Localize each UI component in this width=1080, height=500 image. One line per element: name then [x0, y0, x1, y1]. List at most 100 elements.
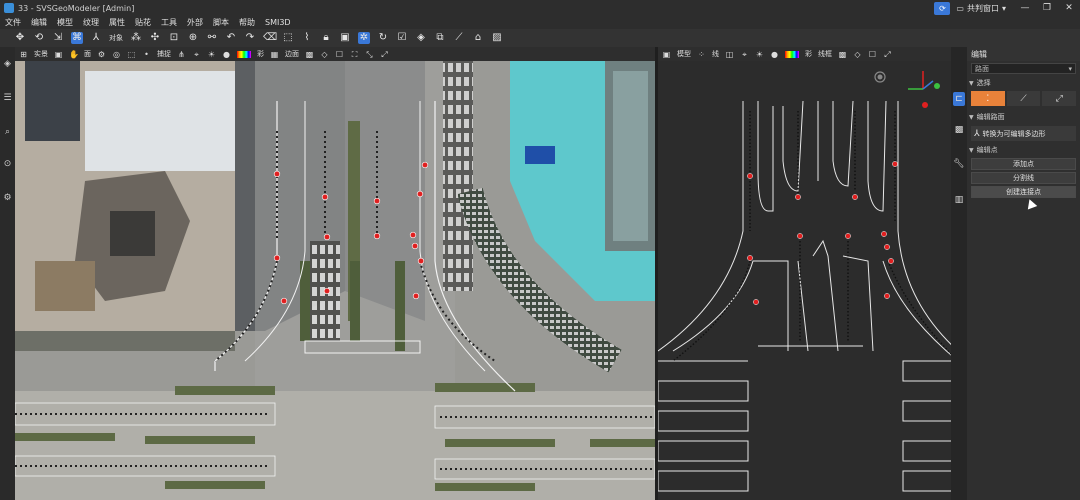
minimize-button[interactable]: — — [1014, 3, 1036, 13]
edge-dropdown[interactable]: 边面 — [285, 49, 299, 59]
select-box-icon[interactable]: ⬚ — [282, 32, 294, 44]
scatter-icon[interactable]: ⁘ — [697, 50, 706, 59]
camera-icon[interactable]: ⚙ — [97, 50, 106, 59]
color-dropdown[interactable]: 彩 — [805, 49, 812, 59]
menu-help[interactable]: 帮助 — [239, 17, 255, 28]
checker-icon[interactable]: ▩ — [305, 50, 314, 59]
share-window-button[interactable]: ▭ 共判窗口 ▾ — [956, 3, 1006, 14]
pivot-icon[interactable]: ⊕ — [187, 32, 199, 44]
menu-script[interactable]: 脚本 — [213, 17, 229, 28]
cube-icon[interactable]: ▣ — [662, 50, 671, 59]
section-edit-road[interactable]: ▼ 编辑路面 — [967, 111, 1080, 123]
book-tab-icon[interactable]: ▥ — [953, 193, 965, 207]
rotate-icon[interactable]: ⟲ — [33, 32, 45, 44]
menu-file[interactable]: 文件 — [5, 17, 21, 28]
box-icon[interactable]: ☐ — [335, 50, 344, 59]
right-viewport-wireframe[interactable] — [658, 61, 966, 500]
menu-tools[interactable]: 工具 — [161, 17, 177, 28]
sync-icon[interactable]: ⟳ — [934, 1, 951, 15]
section-edit-point[interactable]: ▼ 编辑点 — [967, 144, 1080, 156]
menu-model[interactable]: 模型 — [57, 17, 73, 28]
edit-poly-icon[interactable]: ✲ — [358, 32, 370, 44]
cube-icon[interactable]: ▣ — [339, 32, 351, 44]
point-mode-button[interactable]: ⁚ — [971, 91, 1005, 106]
link-icon[interactable]: ⚯ — [206, 32, 218, 44]
target-icon[interactable]: ◎ — [112, 50, 121, 59]
menu-texture[interactable]: 纹理 — [83, 17, 99, 28]
grid-icon[interactable]: ⊞ — [19, 50, 28, 59]
layers-icon[interactable]: ◈ — [2, 59, 13, 70]
checker-tab-icon[interactable]: ▩ — [953, 123, 965, 137]
color-palette-icon[interactable] — [237, 50, 251, 58]
face-dropdown[interactable]: 面 — [84, 49, 91, 59]
wire-dropdown[interactable]: 线框 — [818, 49, 832, 59]
convert-editable-poly-button[interactable]: ⅄ 转换为可编辑多边形 — [971, 126, 1076, 141]
wrench-tab-icon[interactable]: 🔧︎ — [953, 157, 965, 171]
layers-icon[interactable]: ◫ — [725, 50, 734, 59]
dot-icon[interactable]: • — [142, 50, 151, 59]
node-icon[interactable]: ⌘ — [71, 32, 83, 44]
transform-icon[interactable]: ✣ — [149, 32, 161, 44]
segment-mode-button[interactable]: ⤢ — [1042, 91, 1077, 106]
split-line-button[interactable]: 分割线 — [971, 172, 1076, 184]
fullscreen-icon[interactable]: ⤢ — [380, 50, 389, 59]
ruler-icon[interactable]: ⟋ — [453, 32, 465, 44]
close-button[interactable]: ✕ — [1058, 3, 1080, 13]
wire-icon[interactable]: ◇ — [853, 50, 862, 59]
building-icon[interactable]: ⌂ — [472, 32, 484, 44]
edit-tab-icon[interactable]: ⊏ — [953, 92, 965, 106]
scale-icon[interactable]: ⊡ — [168, 32, 180, 44]
mode-dropdown[interactable]: 实景 — [34, 49, 48, 59]
image-icon[interactable]: ▨ — [491, 32, 503, 44]
fullscreen-icon[interactable]: ⤢ — [883, 50, 892, 59]
bucket-icon[interactable]: ◈ — [415, 32, 427, 44]
light-icon[interactable]: ☀ — [755, 50, 764, 59]
add-point-button[interactable]: 添加点 — [971, 158, 1076, 170]
check-icon[interactable]: ☑ — [396, 32, 408, 44]
object-type-select[interactable]: 路面 ▾ — [971, 63, 1076, 74]
refresh-icon[interactable]: ↻ — [377, 32, 389, 44]
line-mode-button[interactable]: ⟋ — [1006, 91, 1041, 106]
cube-icon[interactable]: ▣ — [54, 50, 63, 59]
light-icon[interactable]: ☀ — [207, 50, 216, 59]
section-select[interactable]: ▼ 选择 — [967, 77, 1080, 89]
restore-button[interactable]: ❐ — [1036, 3, 1058, 13]
zoom-icon[interactable]: ⊙ — [2, 159, 13, 170]
sphere-icon[interactable]: ● — [222, 50, 231, 59]
color-dropdown[interactable]: 彩 — [257, 49, 264, 59]
settings-icon[interactable]: ⚙ — [2, 193, 13, 204]
create-connection-button[interactable]: 创建连接点 — [971, 186, 1076, 198]
sphere-icon[interactable]: ● — [770, 50, 779, 59]
magnet-icon[interactable]: ⋔ — [177, 50, 186, 59]
menu-decal[interactable]: 贴花 — [135, 17, 151, 28]
lock-icon[interactable]: 🔒︎ — [320, 32, 332, 44]
list-icon[interactable]: ☰ — [2, 93, 13, 104]
undo-icon[interactable]: ↶ — [225, 32, 237, 44]
redo-icon[interactable]: ↷ — [244, 32, 256, 44]
line-dropdown[interactable]: 线 — [712, 49, 719, 59]
object-dropdown[interactable]: 对象 — [109, 33, 123, 43]
menu-smi3d[interactable]: SMI3D — [265, 18, 291, 27]
expand-icon[interactable]: ⛶ — [350, 50, 359, 59]
group-icon[interactable]: ⁂ — [130, 32, 142, 44]
snap-dropdown[interactable]: 捕捉 — [157, 49, 171, 59]
box-icon[interactable]: ☐ — [868, 50, 877, 59]
color-palette-icon[interactable] — [785, 50, 799, 58]
search-icon[interactable]: ⌕ — [2, 127, 13, 138]
menu-edit[interactable]: 编辑 — [31, 17, 47, 28]
frame-icon[interactable]: ⬚ — [127, 50, 136, 59]
axis-icon[interactable]: ⅄ — [90, 32, 102, 44]
checker-icon[interactable]: ▩ — [838, 50, 847, 59]
grid-toggle-icon[interactable]: ▦ — [270, 50, 279, 59]
copy-icon[interactable]: ⧉ — [434, 32, 446, 44]
pin-icon[interactable]: ⌖ — [740, 50, 749, 59]
move-icon[interactable]: ✥ — [14, 32, 26, 44]
shrink-icon[interactable]: ⤡ — [365, 50, 374, 59]
model-dropdown[interactable]: 模型 — [677, 49, 691, 59]
select-icon[interactable]: ⇲ — [52, 32, 64, 44]
erase-icon[interactable]: ⌫ — [263, 32, 277, 44]
lasso-icon[interactable]: ⌇ — [301, 32, 313, 44]
menu-attribute[interactable]: 属性 — [109, 17, 125, 28]
wire-icon[interactable]: ◇ — [320, 50, 329, 59]
hand-icon[interactable]: ✋ — [69, 50, 79, 59]
